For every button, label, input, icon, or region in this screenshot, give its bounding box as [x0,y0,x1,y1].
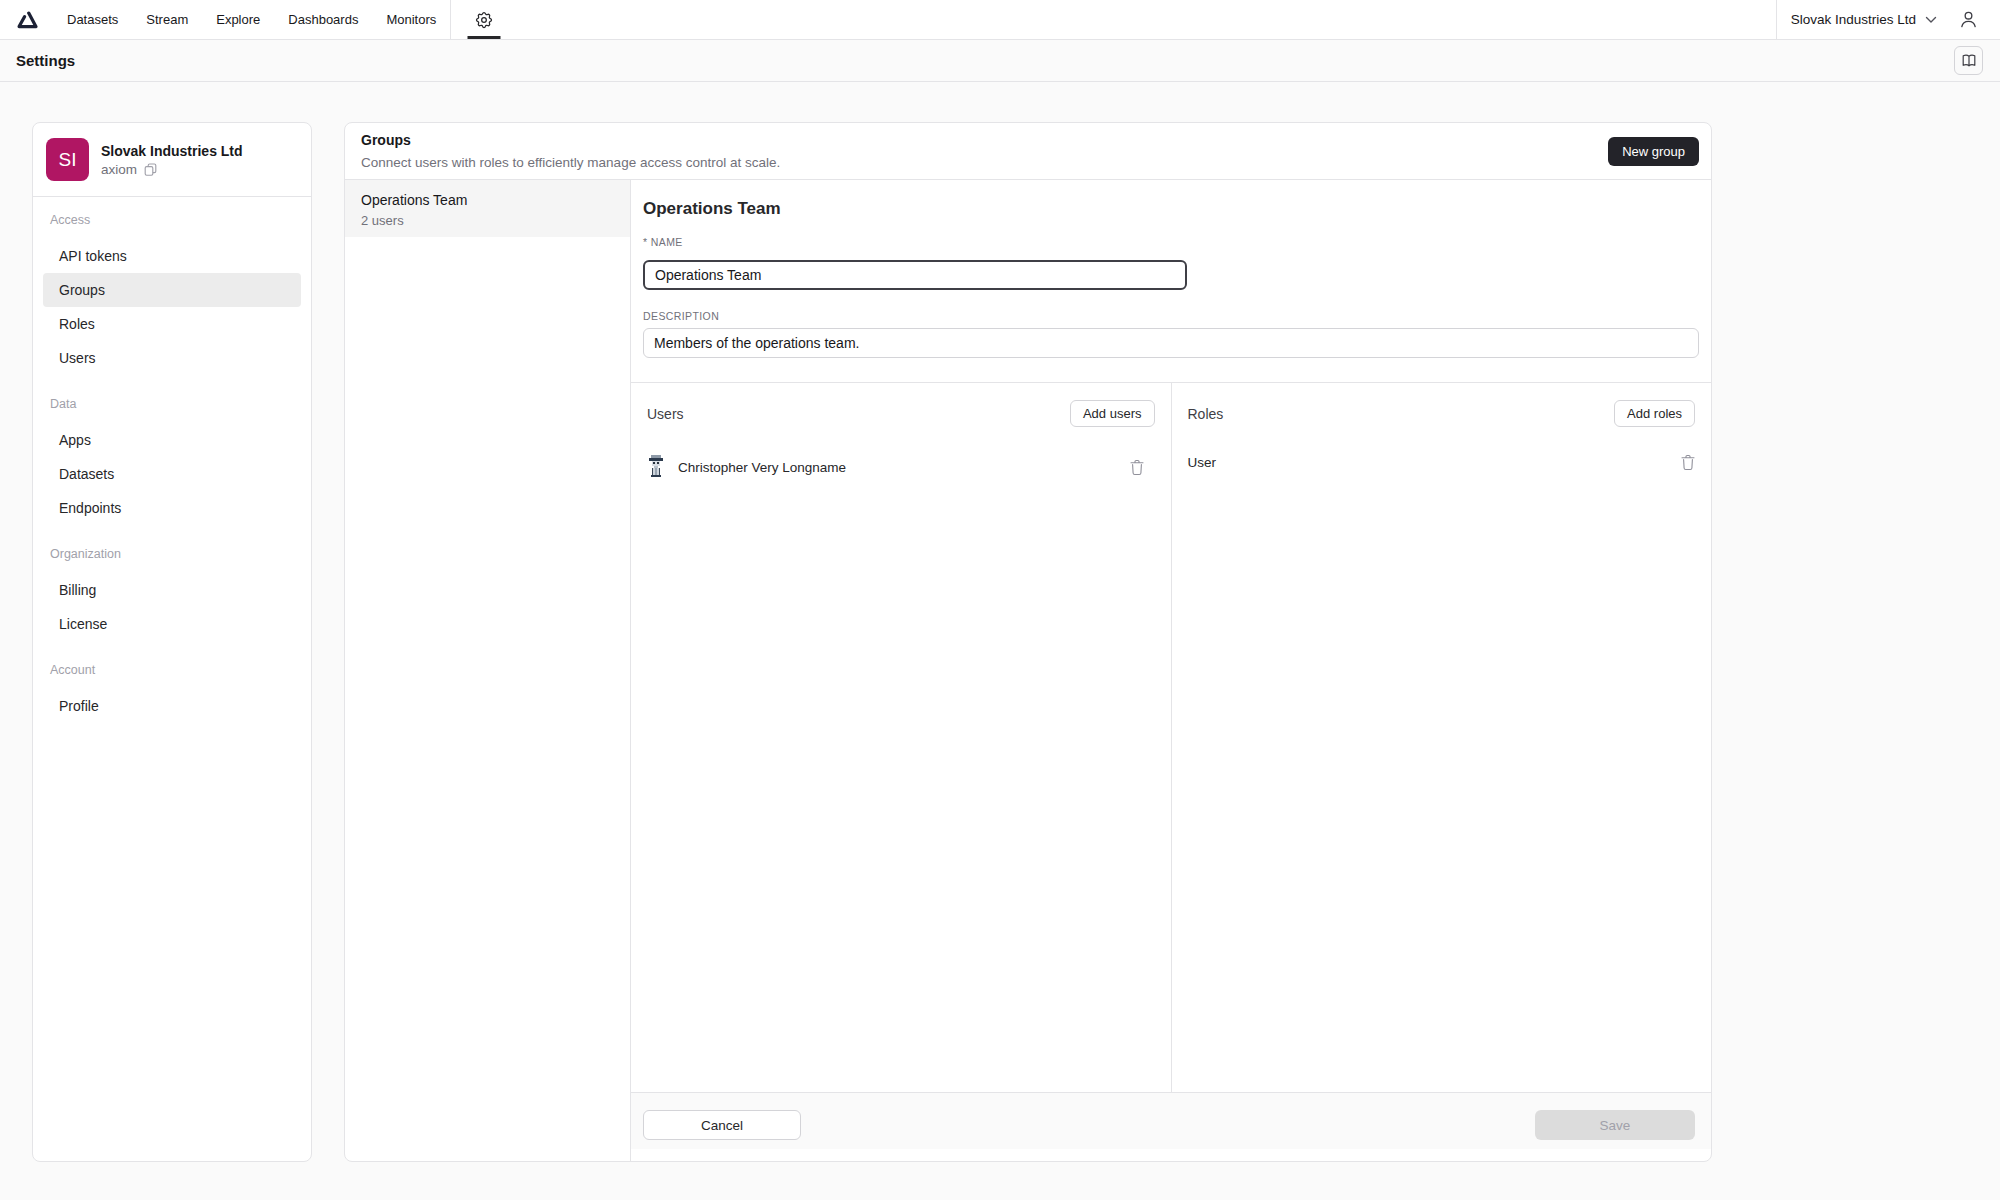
org-slug: axiom [101,162,137,177]
org-switcher[interactable]: Slovak Industries Ltd [1777,0,1951,39]
sidebar-nav: Access API tokens Groups Roles Users Dat… [33,197,311,731]
roles-column: Roles Add roles User [1172,383,1712,1092]
nav-monitors[interactable]: Monitors [372,0,450,39]
group-detail-heading: Operations Team [643,198,1699,220]
sidebar-item-datasets[interactable]: Datasets [43,457,301,491]
users-column: Users Add users [631,383,1172,1092]
org-name: Slovak Industries Ltd [101,143,243,159]
user-icon [1959,10,1978,29]
org-block: SI Slovak Industries Ltd axiom [33,123,311,196]
description-field-label: DESCRIPTION [643,309,1699,323]
sidebar-item-apps[interactable]: Apps [43,423,301,457]
group-name-input[interactable] [643,260,1187,290]
gear-icon [474,10,494,30]
chevron-down-icon [1925,16,1937,24]
axiom-logo-icon[interactable] [0,0,53,39]
groups-subtitle: Connect users with roles to efficiently … [361,155,1699,170]
sidebar-item-groups[interactable]: Groups [43,273,301,307]
form-footer: Cancel Save [631,1092,1711,1149]
page-header: Settings [0,40,2000,82]
groups-panel: Groups Connect users with roles to effic… [344,122,1712,1162]
group-detail: Operations Team * NAME DESCRIPTION Users… [631,180,1711,1161]
sidebar-item-api-tokens[interactable]: API tokens [43,239,301,273]
book-icon [1961,54,1977,68]
nav-settings-tab[interactable] [451,0,517,39]
copy-icon[interactable] [144,163,157,176]
role-row: User [1188,454,1696,471]
save-button[interactable]: Save [1535,1110,1695,1140]
new-group-button[interactable]: New group [1608,137,1699,166]
remove-role-button[interactable] [1681,454,1695,471]
sidebar-item-users[interactable]: Users [43,341,301,375]
trash-icon [1681,454,1695,471]
groups-title: Groups [361,132,1699,148]
group-user-count: 2 users [361,213,614,228]
role-name: User [1188,455,1217,470]
nav-stream[interactable]: Stream [132,0,202,39]
section-label-access: Access [43,205,301,235]
users-title: Users [647,406,684,422]
active-tab-underline [468,36,501,39]
user-row: Christopher Very Longname [647,454,1155,480]
nav-datasets[interactable]: Datasets [53,0,132,39]
group-name: Operations Team [361,192,614,208]
cancel-button[interactable]: Cancel [643,1110,801,1140]
user-pixel-avatar [647,454,665,480]
section-label-organization: Organization [43,539,301,569]
page-title: Settings [16,52,75,69]
remove-user-button[interactable] [1130,459,1144,476]
section-label-data: Data [43,389,301,419]
trash-icon [1130,459,1144,476]
groups-header: Groups Connect users with roles to effic… [345,123,1711,180]
sidebar-item-roles[interactable]: Roles [43,307,301,341]
org-switcher-label: Slovak Industries Ltd [1791,12,1916,27]
nav-explore[interactable]: Explore [202,0,274,39]
group-list-item[interactable]: Operations Team 2 users [345,180,630,237]
docs-panel-button[interactable] [1954,46,1983,75]
user-menu[interactable] [1951,0,2000,39]
org-avatar: SI [46,138,89,181]
group-description-input[interactable] [643,328,1699,358]
settings-sidebar: SI Slovak Industries Ltd axiom Access AP… [32,122,312,1162]
sidebar-item-profile[interactable]: Profile [43,689,301,723]
sidebar-item-endpoints[interactable]: Endpoints [43,491,301,525]
group-list: Operations Team 2 users [345,180,631,1161]
add-roles-button[interactable]: Add roles [1614,400,1695,427]
roles-title: Roles [1188,406,1224,422]
add-users-button[interactable]: Add users [1070,400,1155,427]
sidebar-item-license[interactable]: License [43,607,301,641]
name-field-label: * NAME [643,235,1699,249]
top-nav: Datasets Stream Explore Dashboards Monit… [0,0,2000,40]
user-name: Christopher Very Longname [678,460,846,475]
sidebar-item-billing[interactable]: Billing [43,573,301,607]
section-label-account: Account [43,655,301,685]
nav-dashboards[interactable]: Dashboards [274,0,372,39]
